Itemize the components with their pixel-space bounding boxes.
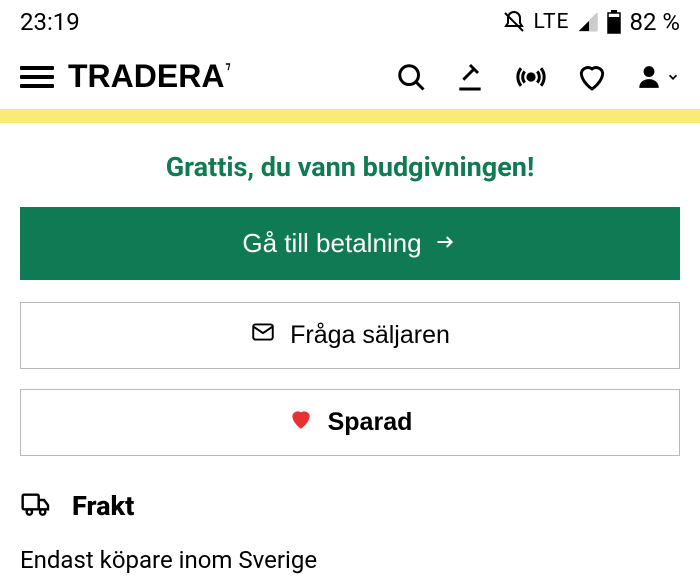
broadcast-icon[interactable] (514, 62, 548, 92)
shipping-section: Frakt (20, 476, 680, 532)
header-icons (396, 61, 680, 93)
congrats-message: Grattis, du vann budgivningen! (0, 123, 700, 207)
saved-label: Sparad (328, 408, 413, 437)
signal-icon (577, 11, 599, 33)
truck-icon (20, 488, 52, 524)
heart-icon[interactable] (576, 61, 608, 93)
status-bar: 23:19 LTE 82 % (0, 0, 700, 40)
main-content: Gå till betalning Fråga säljaren Sparad (0, 207, 700, 574)
network-type: LTE (534, 10, 570, 34)
pay-button[interactable]: Gå till betalning (20, 207, 680, 280)
ask-seller-button[interactable]: Fråga säljaren (20, 302, 680, 369)
ask-seller-label: Fråga säljaren (290, 321, 450, 350)
search-icon[interactable] (396, 62, 426, 92)
shipping-title: Frakt (72, 490, 134, 522)
heart-filled-icon (288, 406, 314, 439)
status-time: 23:19 (20, 8, 80, 36)
yellow-divider (0, 109, 700, 123)
arrow-right-icon (432, 228, 458, 259)
trademark-icon: ⁊ (225, 61, 230, 72)
battery-icon (607, 10, 621, 34)
menu-button[interactable] (20, 66, 54, 88)
saved-button[interactable]: Sparad (20, 389, 680, 456)
status-right: LTE 82 % (502, 8, 680, 36)
chevron-down-icon (666, 70, 680, 84)
shipping-subtitle: Endast köpare inom Sverige (20, 532, 680, 574)
account-icon[interactable] (636, 62, 680, 92)
mute-icon (502, 10, 526, 34)
gavel-icon[interactable] (454, 61, 486, 93)
mail-icon (250, 319, 276, 352)
pay-button-label: Gå till betalning (242, 228, 421, 259)
battery-percent: 82 % (629, 8, 680, 36)
brand-name: TRADERA (68, 58, 224, 95)
app-header: TRADERA⁊ (0, 40, 700, 109)
logo[interactable]: TRADERA⁊ (68, 58, 230, 95)
